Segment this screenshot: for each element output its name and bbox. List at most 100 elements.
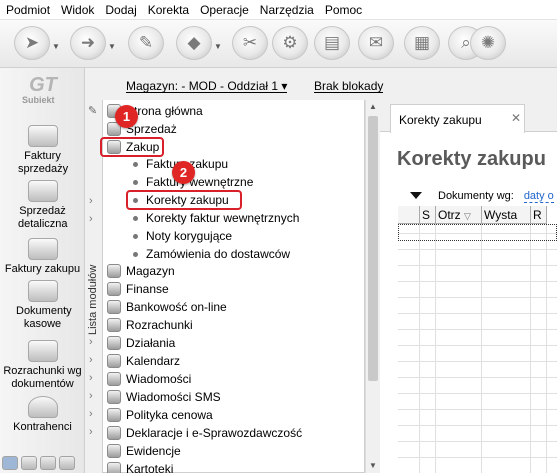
dropdown-arrow-icon[interactable]: ▼	[108, 42, 116, 51]
submodule-zamowienia-do-dostawcow[interactable]: Zamówienia do dostawców	[133, 245, 290, 263]
highlight-zakup	[100, 137, 164, 157]
brak-blokady-link[interactable]: Brak blokady	[314, 80, 384, 93]
module-deklaracje[interactable]: Deklaracje i e-Sprawozdawczość	[107, 424, 302, 442]
module-wiadomosci[interactable]: Wiadomości	[107, 370, 191, 388]
register-small-icon[interactable]	[40, 456, 56, 470]
menu-operacje[interactable]: Operacje	[200, 3, 249, 17]
filter-label: Dokumenty wg:	[438, 190, 514, 202]
column-label: Otrz	[438, 208, 461, 222]
chevron-right-icon[interactable]: ›	[89, 372, 93, 384]
gear-icon[interactable]: ⚙	[272, 26, 308, 60]
submodule-korekty-faktur-wewnetrznych[interactable]: Korekty faktur wewnętrznych	[133, 209, 299, 227]
filter-link[interactable]: daty o	[523, 190, 554, 203]
leftbar-item-faktury-zakupu[interactable]: Faktury zakupu	[0, 238, 85, 276]
bank-icon	[107, 300, 121, 314]
module-ewidencje[interactable]: Ewidencje	[107, 442, 181, 460]
module-label: Rozrachunki	[126, 318, 193, 332]
chevron-right-icon[interactable]: ›	[89, 390, 93, 402]
leftbar-item-label: Sprzedaż detaliczna	[18, 205, 68, 230]
printer-icon[interactable]: ▤	[314, 26, 350, 60]
column-header-otrz[interactable]: Otrz ▽	[436, 206, 482, 224]
leftbar-item-faktury-sprzedazy[interactable]: Faktury sprzedaży	[0, 125, 85, 176]
module-wiadomosci-sms[interactable]: Wiadomości SMS	[107, 388, 221, 406]
leftbar-item-kontrahenci[interactable]: Kontrahenci	[0, 396, 85, 434]
chevron-right-icon[interactable]: ›	[89, 195, 93, 207]
boxes-small-icon[interactable]	[59, 456, 75, 470]
modules-scrollbar[interactable]: ▲ ▼	[365, 100, 380, 473]
dropdown-arrow-icon[interactable]: ▼	[52, 42, 60, 51]
coins-small-icon[interactable]	[21, 456, 37, 470]
tag-icon[interactable]: ◆	[176, 26, 212, 60]
module-label: Magazyn	[126, 264, 175, 278]
envelope-icon[interactable]: ✉	[358, 26, 394, 60]
menu-korekta[interactable]: Korekta	[148, 3, 189, 17]
module-dzialania[interactable]: Działania	[107, 334, 175, 352]
module-kalendarz[interactable]: Kalendarz	[107, 352, 180, 370]
modules-panel: Strona główna Sprzedaż Zakup Faktury zak…	[100, 100, 365, 473]
table-row[interactable]	[398, 224, 557, 241]
chevron-right-icon[interactable]: ›	[89, 354, 93, 366]
document-icon[interactable]: ▦	[404, 26, 440, 60]
menu-bar: Podmiot Widok Dodaj Korekta Operacje Nar…	[0, 0, 557, 20]
boxes-icon	[27, 238, 58, 260]
leftbar-item-sprzedaz-detaliczna[interactable]: Sprzedaż detaliczna	[0, 180, 85, 231]
documents-grid[interactable]: S Otrz ▽ Wysta R	[398, 206, 557, 473]
chevron-right-icon[interactable]: ›	[89, 213, 93, 225]
close-icon[interactable]: ✕	[511, 111, 521, 125]
module-rozrachunki[interactable]: Rozrachunki	[107, 316, 193, 334]
scroll-down-icon[interactable]: ▼	[366, 459, 380, 473]
pin-icon[interactable]: ✎	[88, 104, 97, 117]
module-magazyn[interactable]: Magazyn	[107, 262, 175, 280]
grid-rows	[398, 224, 557, 473]
menu-pomoc[interactable]: Pomoc	[325, 3, 362, 17]
scroll-up-icon[interactable]: ▲	[366, 100, 380, 114]
money-icon	[107, 282, 121, 296]
tab-korekty-zakupu[interactable]: Korekty zakupu ✕	[390, 104, 525, 133]
module-label: Wiadomości	[126, 372, 192, 386]
person-icon	[27, 396, 58, 418]
settings-icon[interactable]: ✂	[232, 26, 268, 60]
module-label: Wiadomości SMS	[126, 390, 221, 404]
handshake-icon	[107, 318, 121, 332]
module-label: Polityka cenowa	[126, 408, 213, 422]
magazyn-selector[interactable]: Magazyn: - MOD - Oddział 1 ▾	[126, 80, 288, 93]
module-bankowosc[interactable]: Bankowość on-line	[107, 298, 227, 316]
triangle-down-icon[interactable]	[410, 192, 422, 199]
module-label: Ewidencje	[126, 444, 181, 458]
column-header-s[interactable]: S	[420, 206, 436, 224]
leftbar-item-label: Faktury zakupu	[4, 263, 81, 275]
module-kartoteki[interactable]: Kartoteki	[107, 460, 173, 473]
bullet-icon	[133, 215, 138, 221]
chevron-right-icon[interactable]: ›	[89, 426, 93, 438]
column-header-r[interactable]: R	[531, 206, 547, 224]
chevron-right-icon[interactable]: ›	[89, 408, 93, 420]
menu-narzedzia[interactable]: Narzędzia	[260, 3, 314, 17]
scroll-thumb[interactable]	[368, 116, 378, 381]
leftbar-item-dokumenty-kasowe[interactable]: Dokumenty kasowe	[0, 280, 85, 331]
column-header-select[interactable]	[398, 206, 420, 224]
coins-icon	[27, 125, 58, 147]
sort-icon: ▽	[464, 211, 471, 221]
leftbar-item-label: Faktury sprzedaży	[18, 150, 69, 175]
module-polityka-cenowa[interactable]: Polityka cenowa	[107, 406, 213, 424]
declaration-icon	[107, 426, 121, 440]
tasks-icon	[107, 336, 121, 350]
leftbar-item-label: Dokumenty kasowe	[16, 305, 72, 330]
grid-view-icon[interactable]	[2, 456, 18, 470]
module-label: Działania	[126, 336, 176, 350]
step-badge-2: 2	[172, 161, 195, 184]
menu-podmiot[interactable]: Podmiot	[6, 3, 50, 17]
forward-icon[interactable]: ➜	[70, 26, 106, 60]
menu-dodaj[interactable]: Dodaj	[105, 3, 136, 17]
price-tag-icon	[107, 408, 121, 422]
tab-bar: Korekty zakupu ✕	[380, 100, 557, 133]
menu-widok[interactable]: Widok	[61, 3, 94, 17]
send-icon[interactable]: ➤	[14, 26, 50, 60]
module-finanse[interactable]: Finanse	[107, 280, 169, 298]
fiscal-icon[interactable]: ✎	[128, 26, 164, 60]
leftbar-item-rozrachunki[interactable]: Rozrachunki wg dokumentów	[0, 340, 85, 391]
column-header-wysta[interactable]: Wysta	[482, 206, 531, 224]
dropdown-arrow-icon[interactable]: ▼	[214, 42, 222, 51]
submodule-label: Zamówienia do dostawców	[146, 247, 291, 261]
submodule-noty-korygujace[interactable]: Noty korygujące	[133, 227, 232, 245]
